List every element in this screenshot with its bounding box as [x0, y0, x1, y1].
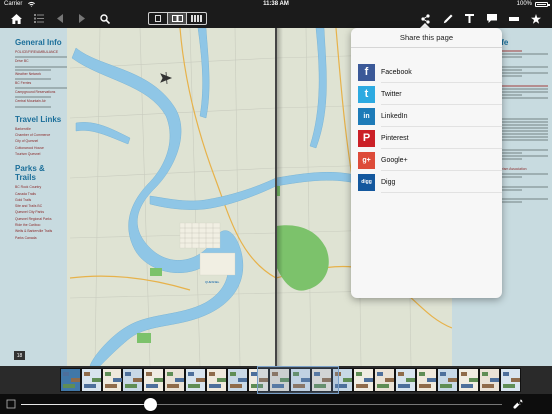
single-page-view-button[interactable]	[149, 13, 168, 24]
google-plus-icon: g+	[358, 151, 375, 169]
linkedin-icon: in	[358, 107, 375, 125]
thumbnail-strip[interactable]	[0, 366, 552, 394]
digg-icon: digg	[358, 173, 375, 191]
item-parks-canada: Parks Canada	[15, 235, 37, 240]
heading-parks-trails: Parks & Trails	[15, 164, 45, 183]
left-page[interactable]: QUESNEL General Info POLICE/FIRE/AMBULAN…	[0, 28, 276, 366]
pinterest-icon: P	[358, 129, 375, 147]
thumbnail-grid-icon	[191, 15, 202, 22]
battery-percent: 100%	[516, 1, 532, 7]
share-option-label: Facebook	[381, 68, 412, 76]
page-thumbnail[interactable]	[164, 368, 185, 392]
page-thumbnail[interactable]	[458, 368, 479, 392]
svg-text:QUESNEL: QUESNEL	[205, 280, 220, 284]
item-sites-trails: Site and Trails BC	[15, 204, 43, 209]
item-weather: Weather Network	[15, 71, 42, 76]
share-option-label: Google+	[381, 156, 408, 164]
facebook-icon: f	[358, 63, 375, 81]
page-thumbnail[interactable]	[143, 368, 164, 392]
star-icon[interactable]	[528, 11, 543, 26]
page-thumbnail[interactable]	[437, 368, 458, 392]
search-icon[interactable]	[97, 11, 112, 26]
item-drive-bc: Drive BC	[15, 59, 29, 64]
share-option-label: Pinterest	[381, 134, 409, 142]
item-city: City of Quesnel	[15, 139, 39, 144]
twitter-icon: t	[358, 85, 375, 103]
item-cottonwood: Cottonwood House	[15, 145, 44, 150]
share-option-linkedin[interactable]: in LinkedIn	[351, 105, 502, 127]
page-thumbnail[interactable]	[206, 368, 227, 392]
item-gold-trails: Gold Trails	[15, 197, 32, 202]
reader-app: Carrier 11:38 AM 100% QUESNEL General In…	[0, 0, 552, 414]
item-ride-cariboo: Ride the Cariboo	[15, 223, 41, 228]
page-thumbnail[interactable]	[416, 368, 437, 392]
share-option-label: LinkedIn	[381, 112, 408, 120]
share-option-twitter[interactable]: t Twitter	[351, 83, 502, 105]
clock: 11:38 AM	[263, 1, 289, 7]
pen-icon[interactable]	[440, 11, 455, 26]
item-ferries: BC Ferries	[15, 80, 32, 85]
page-thumbnail[interactable]	[122, 368, 143, 392]
wrench-icon[interactable]	[511, 397, 525, 411]
item-wells-trails: Wells & Barkerville Trails	[15, 229, 53, 234]
page-thumbnail[interactable]	[227, 368, 248, 392]
toolbar	[0, 9, 552, 28]
item-regional-parks: Quesnel Regional Parks	[15, 216, 52, 221]
heading-general-info: General Info	[15, 38, 62, 47]
page-number: 18	[14, 351, 25, 360]
item-air: Central Mountain Air	[15, 99, 46, 104]
page-thumbnail[interactable]	[500, 368, 521, 392]
item-rock-country: BC Rock Country	[15, 185, 42, 190]
share-option-google[interactable]: g+ Google+	[351, 149, 502, 171]
status-bar: Carrier 11:38 AM 100%	[0, 0, 552, 9]
heading-travel-links: Travel Links	[15, 114, 62, 124]
page-thumbnail[interactable]	[479, 368, 500, 392]
item-canada-trails: Canada Trails	[15, 191, 36, 196]
page-thumbnail[interactable]	[185, 368, 206, 392]
single-page-icon	[155, 15, 161, 22]
item-city-parks: Quesnel City Parks	[15, 210, 45, 215]
share-title: Share this page	[351, 28, 502, 48]
thumbnail-view-button[interactable]	[187, 13, 206, 24]
share-option-pinterest[interactable]: P Pinterest	[351, 127, 502, 149]
item-tourism: Tourism Quesnel	[15, 151, 41, 156]
left-sidebar: General Info POLICE/FIRE/AMBULANCE Drive…	[0, 28, 67, 366]
text-icon[interactable]	[462, 11, 477, 26]
chevron-right-icon[interactable]	[74, 11, 89, 26]
two-page-view-button[interactable]	[168, 13, 187, 24]
home-icon[interactable]	[9, 11, 24, 26]
page-thumbnail[interactable]	[81, 368, 102, 392]
chevron-left-icon[interactable]	[53, 11, 68, 26]
current-spread-indicator	[257, 366, 339, 394]
scrub-handle[interactable]	[144, 398, 158, 411]
view-mode-toggle	[148, 12, 207, 25]
share-popover: Share this page f Facebook t Twitter in Linke…	[351, 28, 502, 298]
page-thumbnail[interactable]	[353, 368, 374, 392]
comment-icon[interactable]	[484, 11, 499, 26]
page-scrubber	[0, 394, 552, 414]
item-campground: Campground Reservations	[15, 90, 56, 95]
page-thumbnail[interactable]	[374, 368, 395, 392]
battery-icon	[535, 2, 550, 7]
page-thumbnail[interactable]	[102, 368, 122, 392]
item-chamber: Chamber of Commerce	[15, 133, 51, 138]
share-option-label: Twitter	[381, 90, 402, 98]
page-start-icon[interactable]	[4, 397, 18, 411]
gutter-shadow	[277, 28, 283, 366]
list-icon[interactable]	[31, 11, 46, 26]
page-thumbnail[interactable]	[395, 368, 416, 392]
item-police: POLICE/FIRE/AMBULANCE	[15, 50, 59, 54]
share-option-label: Digg	[381, 178, 396, 186]
scrub-progress	[21, 404, 151, 405]
share-option-facebook[interactable]: f Facebook	[351, 61, 502, 83]
highlight-icon[interactable]	[506, 11, 521, 26]
page-thumbnail[interactable]	[60, 368, 81, 392]
two-page-icon	[171, 15, 183, 22]
item-barkerville: Barkerville	[15, 126, 31, 131]
share-option-digg[interactable]: digg Digg	[351, 171, 502, 193]
